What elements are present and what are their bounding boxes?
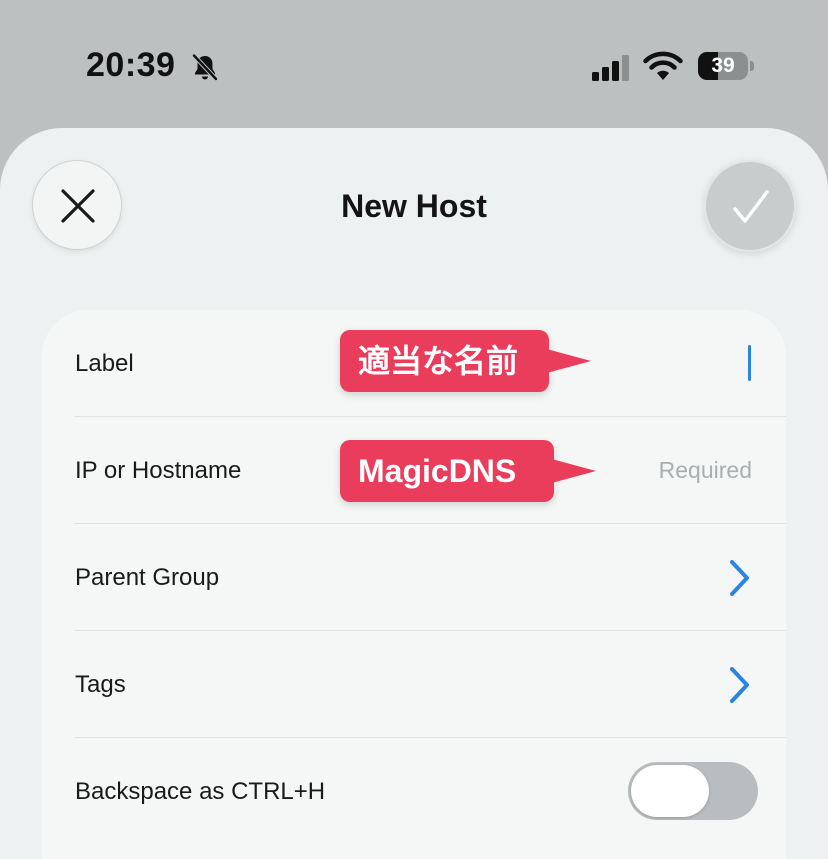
callout-tail	[548, 458, 596, 484]
chevron-right-icon	[730, 667, 749, 703]
backspace-label: Backspace as CTRL+H	[75, 778, 326, 805]
wifi-icon	[643, 51, 683, 80]
confirm-button[interactable]	[704, 160, 796, 252]
backspace-toggle[interactable]	[628, 762, 758, 820]
tags-label: Tags	[75, 671, 126, 698]
chevron-right-icon	[730, 560, 749, 596]
status-time: 20:39	[86, 46, 176, 84]
annotation-callout-name: 適当な名前	[340, 330, 591, 392]
toggle-knob	[631, 765, 709, 817]
callout-tail	[543, 348, 591, 374]
annotation-callout-magicdns: MagicDNS	[340, 440, 596, 502]
battery-level: 39	[711, 54, 735, 77]
status-bar: 20:39 39	[0, 0, 828, 128]
label-field-label: Label	[75, 350, 134, 377]
battery-icon: 39	[698, 52, 748, 80]
form-row-tags[interactable]: Tags	[42, 631, 786, 738]
annotation-text: 適当な名前	[358, 343, 519, 379]
new-host-sheet: New Host Label IP or Hostname Required P…	[0, 128, 828, 859]
battery-cap	[750, 61, 754, 71]
bell-slash-icon	[191, 53, 219, 82]
checkmark-icon	[733, 190, 769, 223]
annotation-text: MagicDNS	[358, 453, 517, 489]
hostname-field-label: IP or Hostname	[75, 457, 242, 484]
cellular-signal-icon	[592, 55, 629, 81]
parent-group-label: Parent Group	[75, 564, 220, 591]
hostname-placeholder[interactable]: Required	[659, 417, 752, 524]
host-form: Label IP or Hostname Required Parent Gro…	[42, 310, 786, 859]
text-cursor	[748, 345, 751, 381]
form-row-backspace: Backspace as CTRL+H	[42, 738, 786, 845]
form-row-parent-group[interactable]: Parent Group	[42, 524, 786, 631]
